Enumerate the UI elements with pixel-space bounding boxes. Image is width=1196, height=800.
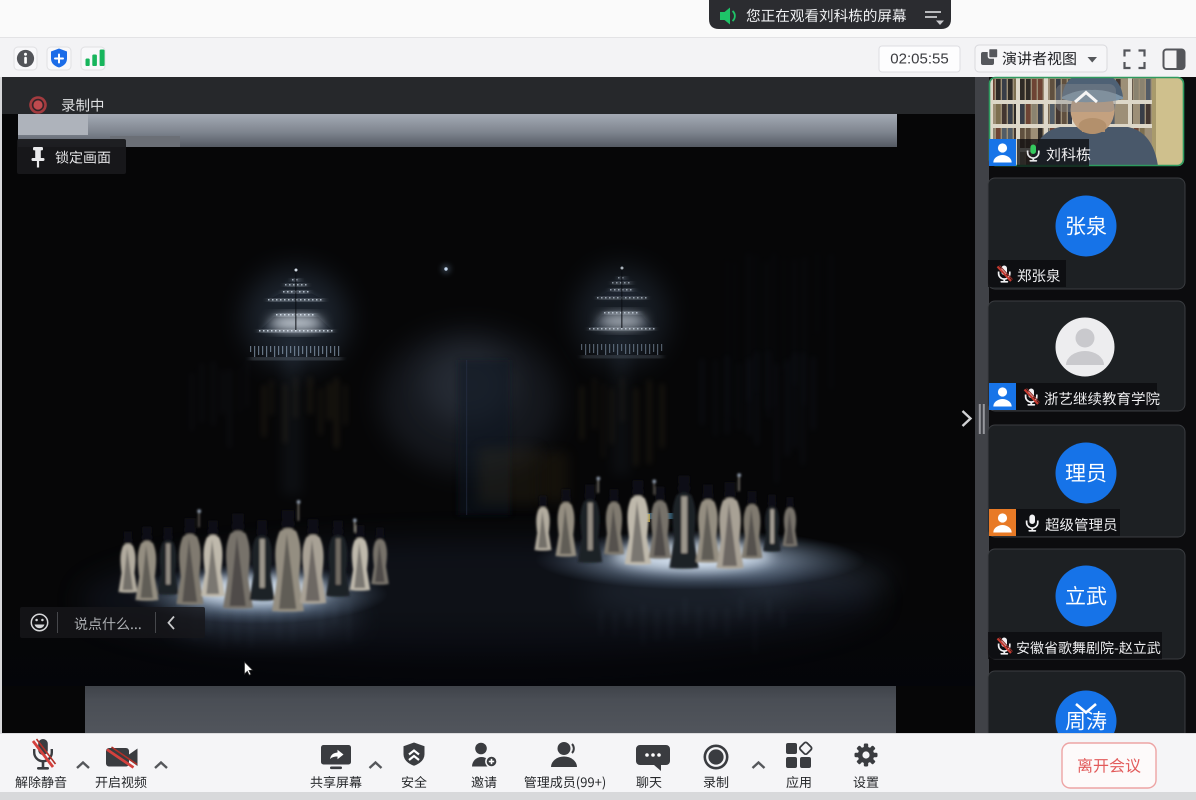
svg-text:02:05:55: 02:05:55 (890, 51, 948, 68)
